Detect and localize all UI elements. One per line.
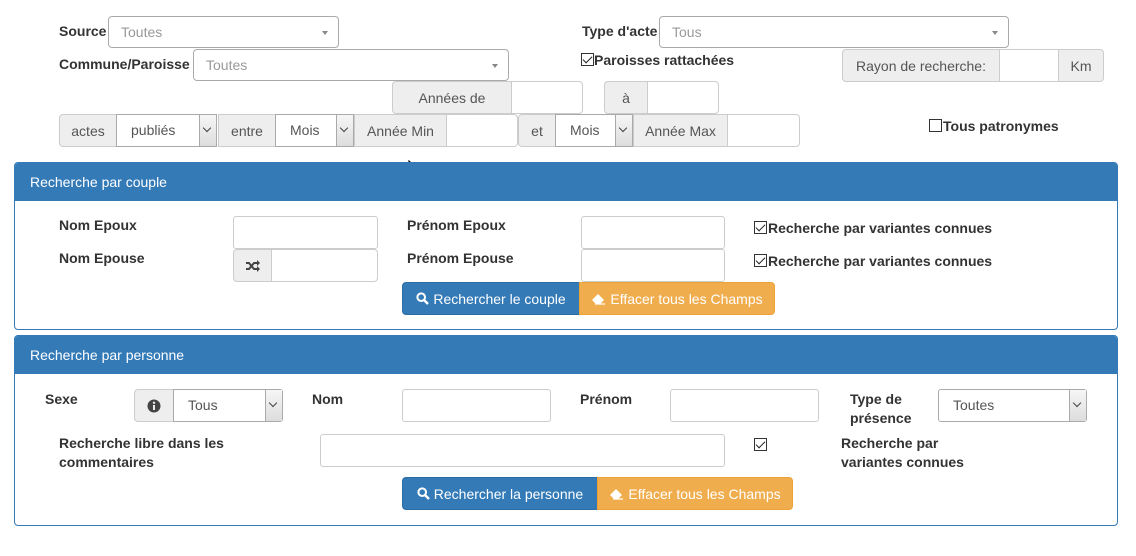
variantes-epoux-checkbox[interactable] [754,221,767,234]
entre-label: entre [218,114,276,147]
chevron-down-icon [615,115,632,146]
eraser-icon [610,488,624,500]
variantes-personne-label-line2: variantes connues [841,454,964,470]
type-acte-select-value: Tous [672,24,702,40]
mois-max-value: Mois [570,122,600,138]
variantes-personne-label-line1: Recherche par [841,435,939,451]
effacer-personne-button[interactable]: Effacer tous les Champs [597,477,793,510]
sexe-label: Sexe [45,391,78,407]
nom-epoux-label: Nom Epoux [59,217,137,233]
prenom-label: Prénom [580,391,633,407]
rechercher-couple-button[interactable]: Rechercher le couple [402,282,580,315]
info-icon [147,399,161,412]
type-acte-select[interactable]: Tous [659,16,1009,48]
shuffle-icon [245,259,260,272]
chevron-down-icon [265,390,282,421]
type-presence-select[interactable]: Toutes [938,389,1087,422]
chevron-down-icon [992,31,998,35]
annee-min-input[interactable] [446,114,518,147]
commune-label: Commune/Paroisse [59,56,190,72]
annee-max-input[interactable] [727,114,800,147]
rechercher-personne-button[interactable]: Rechercher la personne [402,477,598,510]
rayon-unit: Km [1058,49,1104,82]
chevron-down-icon [1069,390,1086,421]
search-icon [416,292,430,305]
chevron-down-icon [322,31,328,35]
search-icon [417,487,430,500]
nom-input[interactable] [402,389,551,422]
type-presence-label: Type de présence [850,390,911,428]
annees-a-label: à [604,81,648,114]
nom-label: Nom [312,391,344,407]
sexe-select-value: Tous [188,397,218,413]
type-presence-label-line1: Type de [850,391,902,407]
prenom-input[interactable] [670,389,819,422]
actes-status-value: publiés [131,122,176,138]
chevron-down-icon [199,115,216,146]
source-select-value: Toutes [121,24,163,40]
variantes-personne-checkbox[interactable] [754,438,767,451]
swap-names-button[interactable] [233,249,272,282]
couple-panel-title: Recherche par couple [15,163,1117,201]
chevron-down-icon [492,64,498,68]
annee-max-label: Année Max [633,114,728,147]
actes-label: actes [59,114,117,147]
et-label: et [518,114,556,147]
type-presence-label-line2: présence [850,410,912,426]
nom-epoux-input[interactable] [233,216,378,249]
sexe-info-addon [134,389,174,422]
annees-a-input[interactable] [647,81,719,114]
rechercher-couple-label: Rechercher le couple [433,290,566,307]
recherche-libre-input[interactable] [320,434,725,467]
prenom-epoux-input[interactable] [581,216,725,249]
prenom-epouse-label: Prénom Epouse [407,250,514,266]
tous-patronymes-label: Tous patronymes [943,118,1059,134]
source-select[interactable]: Toutes [108,16,339,48]
paroisses-label: Paroisses rattachées [594,52,735,68]
rayon-input[interactable] [999,49,1059,82]
chevron-down-icon [336,115,353,146]
actes-status-select[interactable]: publiés [116,114,217,147]
mois-min-value: Mois [290,122,320,138]
prenom-epoux-label: Prénom Epoux [407,217,506,233]
mois-max-select[interactable]: Mois [555,114,633,147]
rayon-label: Rayon de recherche: [842,49,1000,82]
eraser-icon [592,293,606,305]
variantes-epoux-label: Recherche par variantes connues [768,220,993,236]
mois-min-select[interactable]: Mois [275,114,354,147]
recherche-libre-label: Recherche libre dans les commentaires [59,434,224,472]
personne-panel-title: Recherche par personne [15,336,1117,374]
recherche-libre-label-line2: commentaires [59,454,154,470]
tous-patronymes-checkbox[interactable] [929,119,942,132]
sexe-select[interactable]: Tous [173,389,283,422]
annees-de-label: Années de [392,81,512,114]
effacer-couple-button[interactable]: Effacer tous les Champs [579,282,775,315]
commune-select-value: Toutes [206,57,248,73]
nom-epouse-label: Nom Epouse [59,250,145,266]
annees-de-input[interactable] [511,81,583,114]
type-acte-label: Type d'acte [582,23,658,39]
effacer-couple-label: Effacer tous les Champs [610,290,763,307]
nom-epouse-input[interactable] [271,249,378,282]
variantes-epouse-label: Recherche par variantes connues [768,253,993,269]
variantes-personne-label: Recherche par variantes connues [841,434,964,472]
paroisses-checkbox[interactable] [581,53,594,66]
commune-select[interactable]: Toutes [193,49,509,81]
recherche-libre-label-line1: Recherche libre dans les [59,435,224,451]
effacer-personne-label: Effacer tous les Champs [628,485,781,502]
type-presence-value: Toutes [953,397,995,413]
variantes-epouse-checkbox[interactable] [754,254,767,267]
source-label: Source [59,23,107,39]
prenom-epouse-input[interactable] [581,249,725,282]
rechercher-personne-label: Rechercher la personne [433,485,584,502]
annee-min-label: Année Min [354,114,447,147]
